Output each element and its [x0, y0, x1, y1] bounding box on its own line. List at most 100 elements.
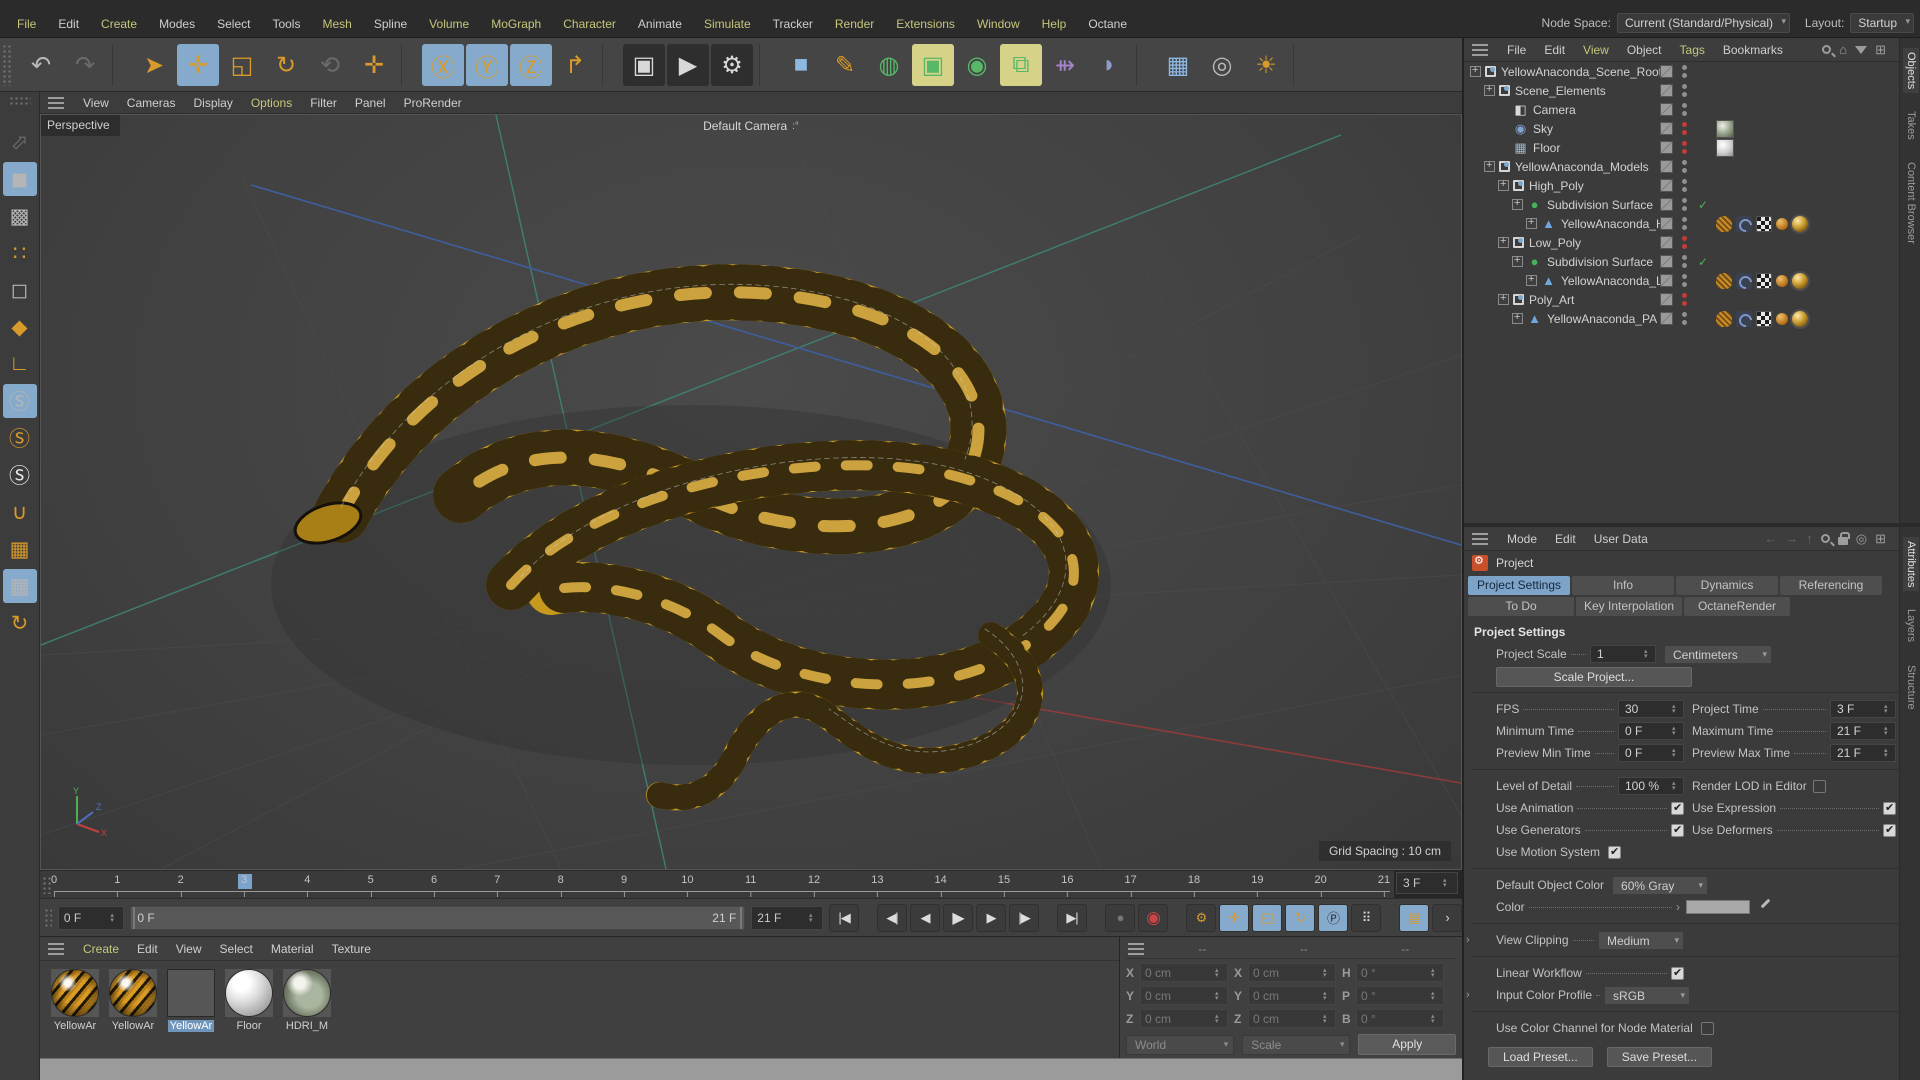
tree-row[interactable]: ▲ YellowAnaconda_LP [1464, 271, 1899, 290]
weights-tag-icon[interactable] [1736, 272, 1752, 289]
linear-workflow-checkbox[interactable] [1671, 966, 1684, 980]
visibility-dots[interactable] [1682, 217, 1687, 230]
material-item[interactable]: Floor [224, 969, 274, 1032]
menu-create[interactable]: Create [92, 14, 146, 34]
tab-octanerender[interactable]: OctaneRender [1684, 597, 1790, 616]
floor-object-icon[interactable]: ▦ [1157, 44, 1199, 86]
spinner-icon[interactable] [1431, 987, 1439, 1004]
make-editable-icon[interactable]: ⬀ [3, 125, 37, 159]
texture-tag-icon[interactable] [1716, 272, 1732, 289]
layer-toggle-icon[interactable] [1660, 103, 1673, 116]
side-tab-attributes[interactable]: Attributes [1903, 537, 1919, 592]
tab-dynamics[interactable]: Dynamics [1676, 576, 1778, 595]
fps-field[interactable]: 30 [1618, 700, 1684, 718]
viewport-hamburger-icon[interactable] [48, 96, 64, 109]
object-menu-tags[interactable]: Tags [1671, 41, 1714, 59]
expander-icon[interactable] [1498, 292, 1509, 305]
layer-toggle-icon[interactable] [1660, 65, 1673, 78]
input-color-profile-expander[interactable]: › [1466, 989, 1470, 1001]
apply-button[interactable]: Apply [1358, 1034, 1456, 1055]
color-swatch[interactable] [1686, 900, 1750, 914]
omni-move-tool-icon[interactable]: ✛ [353, 44, 395, 86]
tree-row[interactable]: Low_Poly [1464, 233, 1899, 252]
current-frame-field[interactable]: 3 F [1396, 872, 1458, 894]
preview-max-time-field[interactable]: 21 F [1830, 744, 1896, 762]
spinner-icon[interactable] [1323, 987, 1331, 1004]
rotate-tool-icon[interactable]: ↻ [265, 44, 307, 86]
material-menu-texture[interactable]: Texture [323, 940, 380, 958]
menu-volume[interactable]: Volume [420, 14, 478, 34]
texture-tag-icon[interactable] [1716, 310, 1732, 327]
timeline-ruler[interactable]: 0 1 2 3 4 5 6 7 8 9 10 11 12 13 14 15 16 17 18 19 20 21 [40, 870, 1394, 898]
expander-icon[interactable] [1484, 159, 1495, 172]
tree-row[interactable]: Poly_Art [1464, 290, 1899, 309]
goto-start-icon[interactable]: |◀ [829, 903, 859, 932]
load-preset-button[interactable]: Load Preset... [1488, 1047, 1593, 1067]
spline-pen-icon[interactable]: ✎ [824, 44, 866, 86]
side-tab-objects[interactable]: Objects [1903, 48, 1919, 94]
attribute-hamburger-icon[interactable] [1472, 532, 1488, 545]
use-generators-checkbox[interactable] [1671, 823, 1684, 837]
side-tab-takes[interactable]: Takes [1903, 107, 1919, 144]
subdivision-surface-icon[interactable]: ▣ [912, 44, 954, 86]
point-mode-icon[interactable]: ∷ [3, 236, 37, 270]
record-scale-icon[interactable]: ◱ [1252, 903, 1282, 932]
layer-toggle-icon[interactable] [1660, 179, 1673, 192]
material-menu-select[interactable]: Select [211, 940, 262, 958]
autokeying-icon[interactable]: ◉ [1138, 903, 1168, 932]
move-tool-icon[interactable]: ✛ [177, 44, 219, 86]
menu-help[interactable]: Help [1033, 14, 1076, 34]
object-menu-edit[interactable]: Edit [1535, 41, 1574, 59]
visibility-dots[interactable] [1682, 179, 1687, 192]
view-label[interactable]: Perspective [41, 115, 120, 136]
record-keyframe-icon[interactable]: ● [1105, 903, 1135, 932]
polygon-mode-icon[interactable]: ◆ [3, 310, 37, 344]
workplane-icon[interactable]: ▦ [3, 532, 37, 566]
camera-label[interactable]: Default Camera :° [703, 119, 799, 133]
menu-animate[interactable]: Animate [629, 14, 691, 34]
primitive-cube-icon[interactable]: ■ [780, 44, 822, 86]
layer-toggle-icon[interactable] [1660, 236, 1673, 249]
viewport-menu-prorender[interactable]: ProRender [395, 94, 471, 112]
attribute-search-icon[interactable] [1820, 534, 1830, 543]
object-menu-bookmarks[interactable]: Bookmarks [1714, 41, 1792, 59]
range-end-spinner[interactable]: 21 F [751, 905, 823, 930]
layer-toggle-icon[interactable] [1660, 84, 1673, 97]
layer-toggle-icon[interactable] [1660, 198, 1673, 211]
coord-scale-z-field[interactable]: 0 cm [1248, 1009, 1336, 1028]
expander-icon[interactable] [1498, 235, 1509, 248]
viewport-menu-options[interactable]: Options [242, 94, 301, 112]
phong-tag-icon[interactable] [1776, 312, 1788, 325]
menu-extensions[interactable]: Extensions [887, 14, 964, 34]
eyedropper-icon[interactable] [1758, 900, 1772, 914]
enabled-check-icon[interactable]: ✓ [1698, 255, 1708, 269]
node-material-checkbox[interactable] [1700, 1021, 1714, 1035]
visibility-dots[interactable] [1682, 312, 1687, 325]
menu-simulate[interactable]: Simulate [695, 14, 760, 34]
path-icon[interactable]: ⌂ [1839, 43, 1847, 56]
layer-toggle-icon[interactable] [1660, 312, 1673, 325]
coord-position-z-field[interactable]: 0 cm [1140, 1009, 1228, 1028]
texture-tag-icon[interactable] [1716, 215, 1732, 232]
tree-row[interactable]: Scene_Elements [1464, 81, 1899, 100]
transport-drag-handle[interactable] [44, 907, 52, 928]
material-hamburger-icon[interactable] [48, 942, 64, 955]
material-tag-icon[interactable] [1792, 215, 1808, 232]
view-clipping-dropdown[interactable]: Medium [1598, 930, 1684, 950]
frame-spinner[interactable]: 0 F [57, 905, 125, 930]
tree-row[interactable]: ◉ Sky [1464, 119, 1899, 138]
phong-tag-icon[interactable] [1776, 274, 1788, 287]
menu-mesh[interactable]: Mesh [313, 14, 360, 34]
enable-axis-icon[interactable]: ∟ [3, 347, 37, 381]
material-menu-view[interactable]: View [167, 940, 211, 958]
coord-position-y-field[interactable]: 0 cm [1140, 986, 1228, 1005]
tab-to-do[interactable]: To Do [1468, 597, 1574, 616]
render-view-icon[interactable]: ▣ [623, 44, 665, 86]
preview-range-slider[interactable]: 0 F 21 F [130, 905, 746, 930]
last-tool-icon[interactable]: ⟲ [309, 44, 351, 86]
menu-render[interactable]: Render [826, 14, 883, 34]
ruler-drag-handle[interactable] [42, 876, 51, 894]
expander-icon[interactable] [1498, 178, 1509, 191]
record-rotation-icon[interactable]: ↻ [1285, 903, 1315, 932]
goto-end-icon[interactable]: ▶| [1057, 903, 1087, 932]
